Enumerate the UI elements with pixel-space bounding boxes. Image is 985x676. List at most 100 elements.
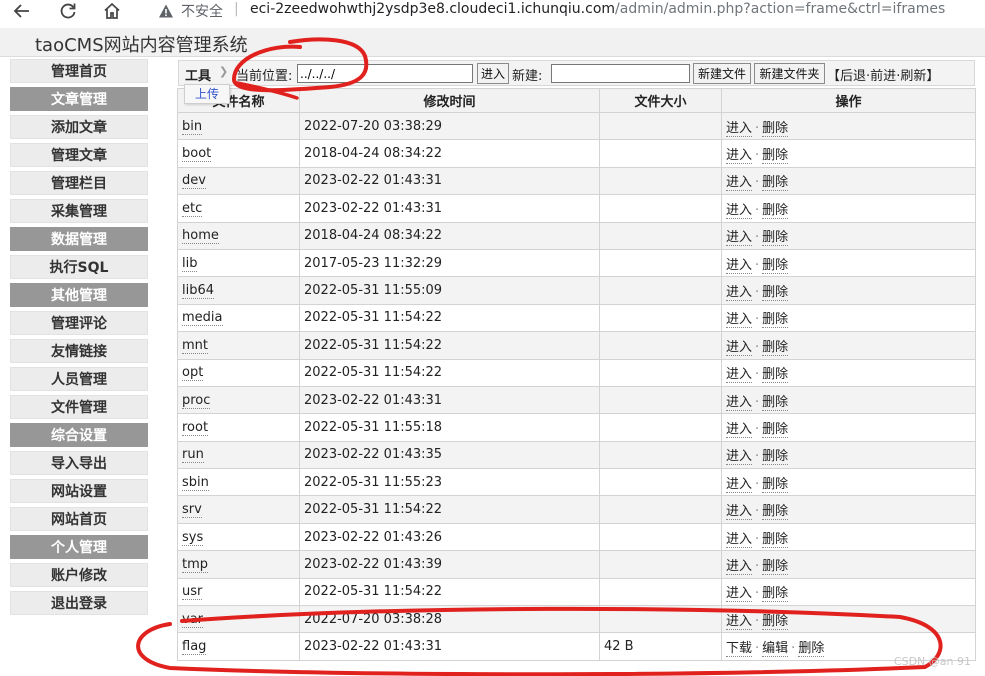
new-name-input[interactable] bbox=[551, 64, 690, 83]
table-row: var 2022-07-20 03:38:28 进入 · 删除 bbox=[177, 605, 976, 634]
delete-link[interactable]: 删除 bbox=[762, 613, 789, 630]
sidebar-item[interactable]: 采集管理 bbox=[10, 199, 148, 223]
enter-link[interactable]: 进入 bbox=[726, 285, 753, 302]
delete-link[interactable]: 删除 bbox=[762, 339, 789, 356]
sidebar-item[interactable]: 管理文章 bbox=[10, 143, 148, 167]
file-name-link[interactable]: mnt bbox=[182, 337, 208, 354]
enter-link[interactable]: 进入 bbox=[726, 476, 753, 493]
path-input[interactable] bbox=[297, 64, 473, 83]
file-name-link[interactable]: flag bbox=[182, 639, 207, 656]
sidebar-item[interactable]: 文件管理 bbox=[10, 395, 148, 419]
enter-link[interactable]: 进入 bbox=[726, 613, 753, 630]
delete-link[interactable]: 删除 bbox=[762, 504, 789, 521]
enter-link[interactable]: 进入 bbox=[726, 421, 753, 438]
delete-link[interactable]: 删除 bbox=[762, 230, 789, 247]
cell-modified: 2018-04-24 08:34:22 bbox=[299, 221, 600, 250]
delete-link[interactable]: 删除 bbox=[762, 202, 789, 219]
enter-link[interactable]: 进入 bbox=[726, 394, 753, 411]
delete-link[interactable]: 删除 bbox=[762, 175, 789, 192]
sidebar-item[interactable]: 管理评论 bbox=[10, 311, 148, 335]
file-name-link[interactable]: sys bbox=[182, 529, 204, 546]
sidebar-item[interactable]: 账户修改 bbox=[10, 563, 148, 587]
file-name-link[interactable]: etc bbox=[182, 200, 203, 217]
delete-link[interactable]: 删除 bbox=[762, 476, 789, 493]
enter-link[interactable]: 进入 bbox=[726, 449, 753, 466]
sidebar-item[interactable]: 网站设置 bbox=[10, 479, 148, 503]
file-name-link[interactable]: lib bbox=[182, 255, 198, 272]
delete-link[interactable]: 删除 bbox=[762, 558, 789, 575]
enter-link[interactable]: 进入 bbox=[726, 504, 753, 521]
new-folder-button[interactable]: 新建文件夹 bbox=[754, 63, 825, 84]
delete-link[interactable]: 删除 bbox=[762, 394, 789, 411]
sidebar-item[interactable]: 退出登录 bbox=[10, 591, 148, 615]
file-name-link[interactable]: opt bbox=[182, 365, 204, 382]
enter-link[interactable]: 进入 bbox=[726, 586, 753, 603]
enter-link[interactable]: 进入 bbox=[726, 120, 753, 137]
sidebar-item[interactable]: 添加文章 bbox=[10, 115, 148, 139]
file-name-link[interactable]: home bbox=[182, 228, 219, 245]
enter-link[interactable]: 进入 bbox=[726, 175, 753, 192]
forward-link[interactable]: 前进 bbox=[870, 69, 896, 84]
delete-link[interactable]: 删除 bbox=[762, 285, 789, 302]
file-name-link[interactable]: dev bbox=[182, 173, 206, 190]
sidebar-item[interactable]: 网站首页 bbox=[10, 507, 148, 531]
refresh-link[interactable]: 刷新 bbox=[900, 69, 926, 84]
enter-link[interactable]: 进入 bbox=[726, 148, 753, 165]
edit-link[interactable]: 编辑 bbox=[762, 641, 789, 658]
enter-link[interactable]: 进入 bbox=[726, 257, 753, 274]
delete-link[interactable]: 删除 bbox=[762, 120, 789, 137]
sidebar-item[interactable]: 管理栏目 bbox=[10, 171, 148, 195]
download-link[interactable]: 下载 bbox=[726, 641, 753, 658]
enter-link[interactable]: 进入 bbox=[726, 531, 753, 548]
enter-button[interactable]: 进入 bbox=[477, 63, 509, 84]
file-name-link[interactable]: sbin bbox=[182, 474, 209, 491]
file-name-link[interactable]: bin bbox=[182, 118, 203, 135]
upload-button[interactable]: 上传 bbox=[184, 84, 230, 104]
enter-link[interactable]: 进入 bbox=[726, 558, 753, 575]
table-row: lib 2017-05-23 11:32:29 进入 · 删除 bbox=[177, 248, 976, 278]
sidebar-item[interactable]: 人员管理 bbox=[10, 367, 148, 391]
file-name-link[interactable]: srv bbox=[182, 502, 202, 519]
reload-icon[interactable] bbox=[56, 0, 80, 22]
delete-link[interactable]: 删除 bbox=[762, 449, 789, 466]
sidebar-item[interactable]: 友情链接 bbox=[10, 339, 148, 363]
sidebar-item[interactable]: 执行SQL bbox=[10, 255, 148, 279]
delete-link[interactable]: 删除 bbox=[762, 257, 789, 274]
enter-link[interactable]: 进入 bbox=[726, 367, 753, 384]
back-link[interactable]: 后退 bbox=[840, 69, 866, 84]
enter-link[interactable]: 进入 bbox=[726, 312, 753, 329]
app-header: taoCMS网站内容管理系统 bbox=[0, 28, 985, 57]
file-name-link[interactable]: usr bbox=[182, 584, 203, 601]
delete-link[interactable]: 删除 bbox=[762, 312, 789, 329]
delete-link[interactable]: 删除 bbox=[762, 531, 789, 548]
file-name-link[interactable]: proc bbox=[182, 392, 211, 409]
cell-filename: proc bbox=[177, 385, 300, 415]
file-name-link[interactable]: root bbox=[182, 419, 209, 436]
enter-link[interactable]: 进入 bbox=[726, 339, 753, 356]
home-icon[interactable] bbox=[100, 0, 124, 22]
back-arrow-icon[interactable] bbox=[10, 0, 34, 22]
cell-modified: 2022-05-31 11:54:22 bbox=[299, 331, 600, 360]
new-file-button[interactable]: 新建文件 bbox=[693, 63, 751, 84]
delete-link[interactable]: 删除 bbox=[762, 421, 789, 438]
cell-size bbox=[599, 495, 722, 524]
delete-link[interactable]: 删除 bbox=[798, 641, 825, 658]
sidebar-item[interactable]: 导入导出 bbox=[10, 451, 148, 475]
cell-modified: 2023-02-22 01:43:31 bbox=[299, 385, 600, 415]
file-name-link[interactable]: run bbox=[182, 447, 204, 464]
delete-link[interactable]: 删除 bbox=[762, 367, 789, 384]
file-name-link[interactable]: media bbox=[182, 310, 223, 327]
file-name-link[interactable]: lib64 bbox=[182, 283, 215, 300]
delete-link[interactable]: 删除 bbox=[762, 148, 789, 165]
sidebar-item[interactable]: 管理首页 bbox=[10, 59, 148, 83]
file-name-link[interactable]: var bbox=[182, 611, 204, 628]
insecure-label[interactable]: 不安全 bbox=[181, 1, 223, 21]
file-name-link[interactable]: tmp bbox=[182, 556, 209, 573]
address-url[interactable]: eci-2zeedwohwthj2ysdp3e8.cloudeci1.ichun… bbox=[250, 1, 945, 17]
file-name-link[interactable]: boot bbox=[182, 146, 212, 163]
enter-link[interactable]: 进入 bbox=[726, 202, 753, 219]
delete-link[interactable]: 删除 bbox=[762, 586, 789, 603]
action-separator: · bbox=[755, 175, 760, 191]
enter-link[interactable]: 进入 bbox=[726, 230, 753, 247]
cell-size bbox=[599, 166, 722, 196]
